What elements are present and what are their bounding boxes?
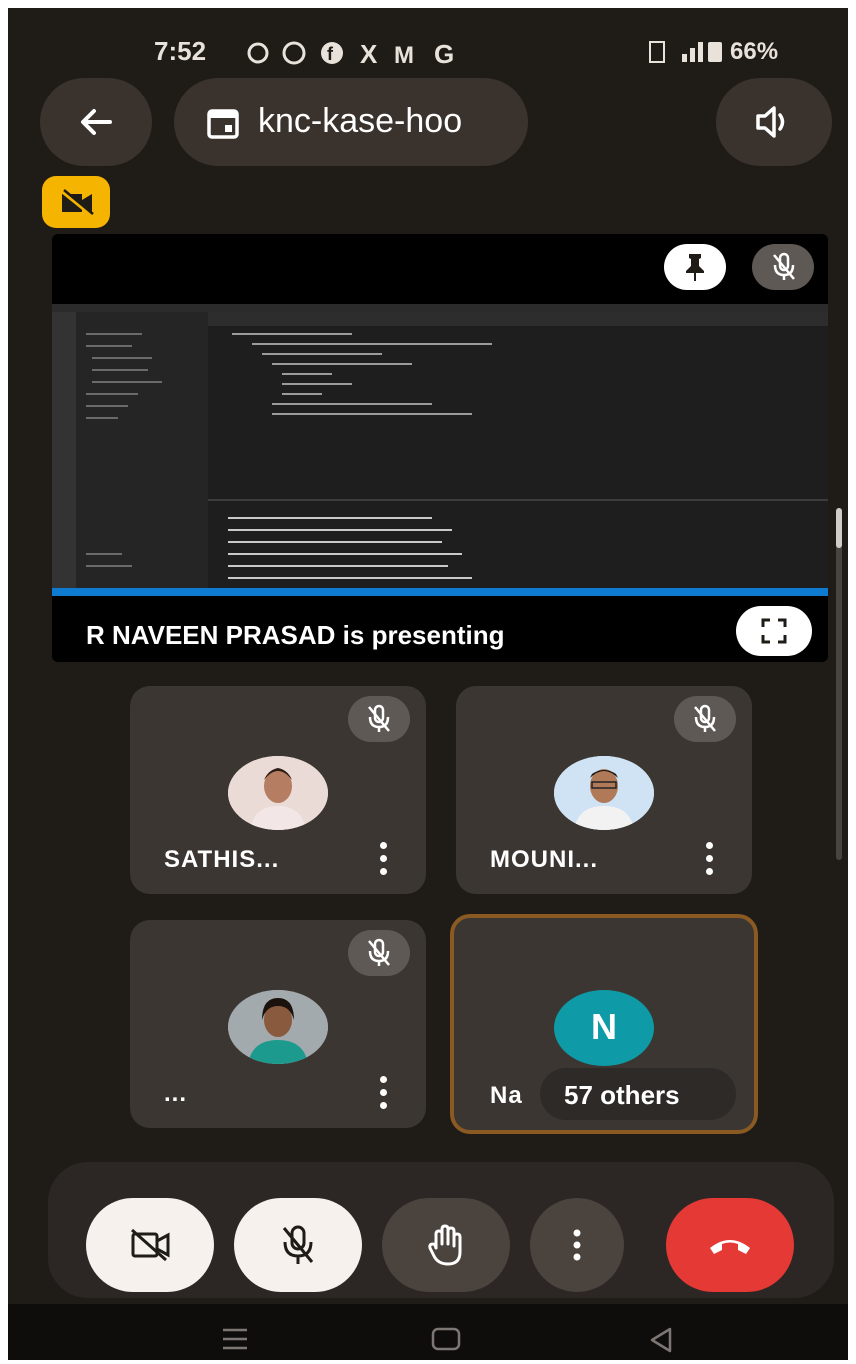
fullscreen-icon bbox=[761, 618, 787, 644]
more-vert-icon bbox=[573, 1229, 581, 1261]
avatar bbox=[228, 990, 328, 1064]
meet-screen: 7:52 f X M G 66% knc-kase-hoo R NAVEEN P… bbox=[8, 8, 848, 1360]
others-count-chip[interactable]: 57 others bbox=[540, 1068, 736, 1120]
mute-indicator bbox=[674, 696, 736, 742]
mic-off-icon bbox=[282, 1225, 314, 1264]
pin-icon bbox=[686, 254, 704, 281]
whatsapp-icon bbox=[282, 41, 306, 65]
mic-off-icon bbox=[368, 938, 390, 966]
participant-name: Na bbox=[490, 1082, 523, 1109]
signal-icons bbox=[648, 38, 728, 66]
back-nav-icon[interactable] bbox=[648, 1326, 674, 1354]
status-time: 7:52 bbox=[154, 36, 207, 66]
system-nav-bar bbox=[8, 1304, 848, 1360]
participant-more-button[interactable] bbox=[378, 1076, 388, 1110]
participant-name: ... bbox=[164, 1080, 188, 1107]
svg-text:f: f bbox=[327, 44, 334, 64]
mic-off-icon bbox=[773, 252, 795, 280]
presentation-tile[interactable]: R NAVEEN PRASAD is presenting bbox=[52, 234, 828, 662]
participant-name: MOUNI... bbox=[490, 846, 598, 873]
raise-hand-button[interactable] bbox=[382, 1198, 510, 1292]
camera-off-icon bbox=[131, 1228, 170, 1262]
more-options-button[interactable] bbox=[530, 1198, 624, 1292]
mic-off-icon bbox=[694, 704, 716, 732]
camera-off-badge bbox=[42, 176, 110, 228]
mic-off-icon bbox=[368, 704, 390, 732]
mute-indicator bbox=[348, 696, 410, 742]
notification-icons: f X M G bbox=[244, 38, 484, 69]
participant-more-button[interactable] bbox=[378, 842, 388, 876]
participant-tile[interactable]: MOUNI... bbox=[456, 686, 752, 894]
participant-tile-others[interactable]: N Na 57 others bbox=[450, 914, 758, 1134]
phone-hangup-icon bbox=[710, 1240, 750, 1254]
hand-icon bbox=[428, 1224, 462, 1266]
end-call-button[interactable] bbox=[666, 1198, 794, 1292]
fullscreen-button[interactable] bbox=[736, 606, 812, 656]
participant-more-button[interactable] bbox=[704, 842, 714, 876]
participant-tile[interactable]: SATHIS... bbox=[130, 686, 426, 894]
google-icon: G bbox=[434, 39, 454, 68]
calendar-icon bbox=[207, 109, 239, 139]
meeting-code: knc-kase-hoo bbox=[258, 102, 463, 140]
avatar bbox=[228, 756, 328, 830]
participant-tile[interactable]: ... bbox=[130, 920, 426, 1128]
others-count-label: 57 others bbox=[564, 1080, 680, 1110]
x-icon: X bbox=[360, 39, 378, 68]
recents-icon[interactable] bbox=[220, 1326, 250, 1352]
participant-name: SATHIS... bbox=[164, 846, 280, 873]
presenter-mute-indicator bbox=[752, 244, 814, 290]
gmail-icon: M bbox=[394, 42, 414, 68]
pin-button[interactable] bbox=[664, 244, 726, 290]
camera-off-icon bbox=[60, 189, 94, 218]
mute-indicator bbox=[348, 930, 410, 976]
battery-percent: 66% bbox=[730, 38, 779, 65]
scrollbar-track[interactable] bbox=[836, 508, 842, 860]
speaker-icon bbox=[756, 106, 785, 138]
avatar-initial: N bbox=[591, 1006, 617, 1047]
sync-icon bbox=[247, 42, 269, 64]
mic-toggle-button[interactable] bbox=[234, 1198, 362, 1292]
meeting-info-button[interactable]: knc-kase-hoo bbox=[174, 78, 528, 166]
home-icon[interactable] bbox=[430, 1326, 462, 1352]
scrollbar-thumb[interactable] bbox=[836, 508, 842, 548]
presenter-label: R NAVEEN PRASAD is presenting bbox=[86, 620, 505, 650]
camera-toggle-button[interactable] bbox=[86, 1198, 214, 1292]
arrow-left-icon bbox=[81, 109, 112, 135]
audio-output-button[interactable] bbox=[716, 78, 832, 166]
initial-avatar: N bbox=[554, 990, 654, 1066]
back-button[interactable] bbox=[40, 78, 152, 166]
avatar bbox=[554, 756, 654, 830]
shared-screen-content bbox=[52, 304, 828, 596]
